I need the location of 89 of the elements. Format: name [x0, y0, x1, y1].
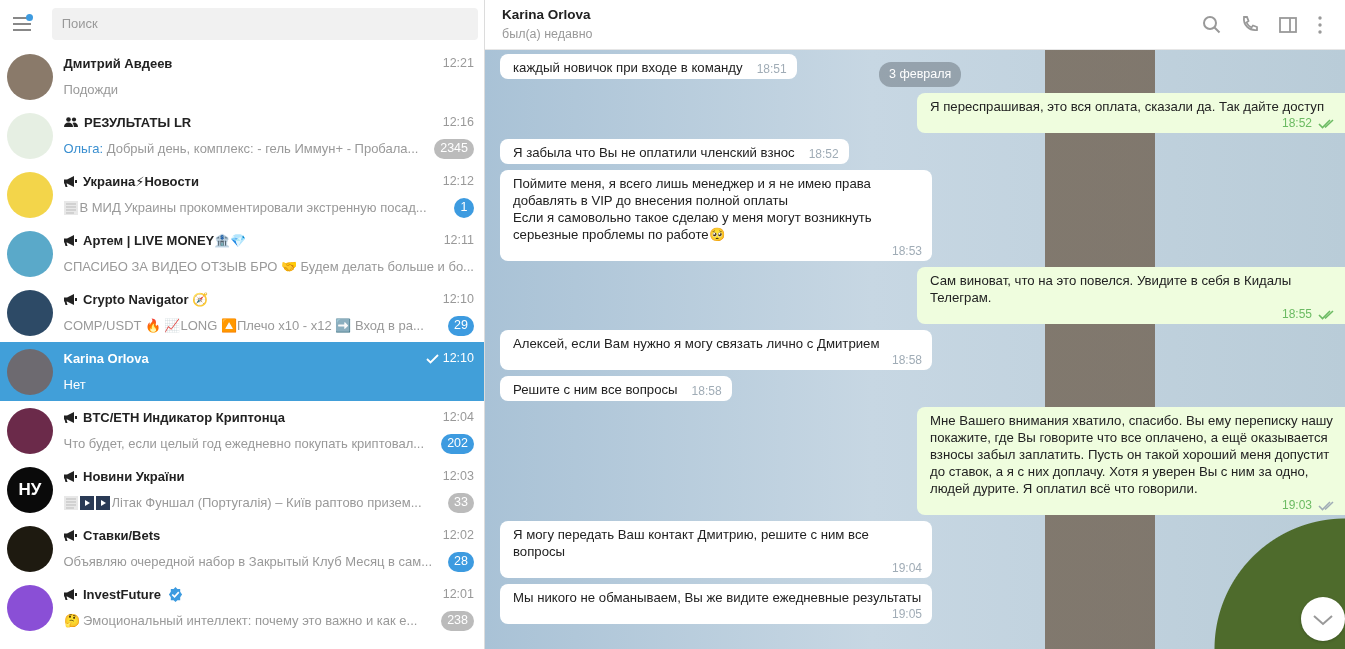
chat-name: Новини України — [83, 467, 185, 486]
chat-preview: Ольга: Добрый день, комплекс: - гель Иммун+ - Пробала... — [63, 139, 419, 158]
chat-title: Karina Orlova — [502, 6, 592, 24]
chat-item[interactable]: Артем | LIVE MONEY🏦💎 12:11 СПАСИБО ЗА ВИДЕО ОТЗЫВ БРО 🤝 Будем делать больше и бо... — [0, 224, 484, 283]
chat-preview: 🤔 Эмоциональный интеллект: почему это важно и как е... — [63, 611, 418, 630]
chat-name: Дмитрий Авдеев — [63, 54, 173, 73]
message-text: Я переспрашивая, это вся оплата, сказали да. Так дайте доступ — [930, 98, 1325, 115]
chat-preview: Нет — [63, 375, 86, 394]
chat-name: InvestFuture — [83, 585, 161, 604]
chat-time: 12:02 — [442, 526, 474, 544]
unread-count: 29 — [448, 315, 474, 336]
message-text: каждый новичок при входе в команду — [513, 59, 743, 76]
unread-count: 1 — [454, 197, 474, 218]
megaphone-icon — [63, 175, 77, 187]
chat-item[interactable]: InvestFuture 12:01 🤔 Эмоциональный интеллект: почему это важно и как е... 238 — [0, 578, 484, 637]
chat-preview: COMP/USDT 🔥 📈LONG 🔼Плечо x10 - x12 ➡ Вход в ра... — [63, 316, 424, 335]
message-text: Сам виноват, что на это повелся. Увидите в себя в Кидалы Телеграм. — [930, 272, 1293, 306]
chat-time: 12:10 — [442, 350, 474, 368]
chat-item[interactable]: НУ Новини України 12:03 Літак Фуншал (Португалія) – Київ раптово призем... 33 — [0, 460, 484, 519]
chat-preview: Что будет, если целый год ежедневно покупать криптовал... — [63, 434, 425, 453]
date-label: 3 февраля — [879, 62, 962, 87]
chat-item[interactable]: Ставки/Bets 12:02 Объявляю очередной набор в Закрытый Клуб Месяц в сам... 28 — [0, 519, 484, 578]
chat-time: 12:16 — [442, 113, 474, 131]
chat-name: Украина⚡Новости — [83, 172, 199, 191]
chat-time: 12:21 — [442, 55, 474, 73]
message-text: Поймите меня, я всего лишь менеджер и я не имею права добавлять в VIP до внесения полной оплаты Если я самовольно такое сделаю у меня могут возникнуть серьезные проблемы по работе🥺 — [513, 175, 873, 243]
chat-item[interactable]: Украина⚡Новости 12:12 В МИД Украины прокомментировали экстренную посад... 1 — [0, 165, 484, 224]
megaphone-icon — [63, 529, 77, 541]
message-time: 18:52 — [807, 147, 839, 161]
message-time: 18:52 — [1267, 116, 1335, 130]
message-text: Я забыла что Вы не оплатили членский взнос — [513, 144, 795, 161]
chat-time: 12:10 — [442, 290, 474, 308]
search-icon — [1202, 14, 1222, 35]
unread-count: 2345 — [434, 138, 474, 159]
chat-time: 12:01 — [442, 585, 474, 603]
group-icon — [63, 117, 78, 128]
chat-item[interactable]: РЕЗУЛЬТАТЫ LR 12:16 Ольга: Добрый день, комплекс: - гель Иммун+ - Пробала... 2345 — [0, 106, 484, 165]
chat-name: РЕЗУЛЬТАТЫ LR — [84, 113, 192, 132]
chat-name: Ставки/Bets — [83, 526, 161, 545]
unread-count: 33 — [448, 492, 474, 513]
scroll-down-button[interactable] — [1301, 597, 1345, 641]
document-thumbnail-icon — [63, 495, 78, 510]
message-time: 19:04 — [890, 561, 922, 575]
chat-time: 12:11 — [443, 232, 474, 250]
chat-preview: Літак Фуншал (Португалія) – Київ раптово призем... — [111, 493, 422, 512]
message-text: Алексей, если Вам нужно я могу связать лично с Дмитрием — [513, 335, 880, 352]
search-field[interactable]: Поиск — [51, 7, 478, 40]
chat-item[interactable]: Crypto Navigator 🧭 12:10 COMP/USDT 🔥 📈LONG 🔼Плечо x10 - x12 ➡ Вход в ра... 29 — [0, 283, 484, 342]
message-time: 18:51 — [755, 62, 787, 76]
message-text: Мне Вашего внимания хватило, спасибо. Вы ему переписку нашу покажите, где Вы говорите что все оплачено, а ещё оказывается взносы забыл заплатить. Пусть он такой хороший меня допустит до ставок, а я с них доплачу. Хотя я уверен Вы с ним за одно, людей дурите. Я оплатил всё что говорили. — [930, 412, 1334, 497]
message-text: Решите с ним все вопросы — [513, 381, 678, 398]
video-thumbnail-icon — [95, 495, 110, 510]
chat-time: 12:04 — [442, 408, 474, 426]
megaphone-icon — [63, 470, 77, 482]
message-time: 18:53 — [890, 244, 922, 258]
megaphone-icon — [63, 411, 77, 423]
chat-preview: В МИД Украины прокомментировали экстренную посад... — [79, 198, 427, 217]
chat-name: Karina Orlova — [63, 349, 149, 368]
chat-name: Crypto Navigator 🧭 — [83, 290, 209, 309]
menu-icon — [12, 17, 33, 32]
document-thumbnail-icon — [63, 200, 78, 215]
chat-time: 12:03 — [442, 467, 474, 485]
more-icon — [1316, 14, 1324, 35]
chat-item[interactable]: Дмитрий Авдеев 12:21 Подожди — [0, 47, 484, 106]
unread-count: 202 — [441, 433, 474, 454]
megaphone-icon — [63, 588, 77, 600]
message-time: 18:58 — [690, 384, 722, 398]
message-time: 19:05 — [890, 607, 922, 621]
chevron-down-icon — [1312, 613, 1334, 626]
unread-count: 238 — [441, 610, 474, 631]
message-text: Мы никого не обманываем, Вы же видите ежедневные результаты — [513, 589, 922, 606]
message-time: 19:03 — [1267, 498, 1335, 512]
video-thumbnail-icon — [79, 495, 94, 510]
message-text: Я могу передать Ваш контакт Дмитрию, решите с ним все вопросы — [513, 526, 870, 560]
unread-count: 28 — [448, 551, 474, 572]
message-time: 18:58 — [890, 353, 922, 367]
chat-name: BTC/ETH Индикатор Криптонца — [83, 408, 285, 427]
chat-preview: СПАСИБО ЗА ВИДЕО ОТЗЫВ БРО 🤝 Будем делать больше и бо... — [63, 257, 474, 276]
chat-status: был(а) недавно — [502, 26, 594, 44]
megaphone-icon — [63, 235, 77, 246]
avatar-placeholder: НУ — [7, 466, 53, 513]
megaphone-icon — [63, 293, 77, 305]
message-time: 18:55 — [1267, 307, 1335, 321]
chat-name: Артем | LIVE MONEY🏦💎 — [83, 231, 247, 250]
sidebar-icon — [1278, 14, 1298, 35]
chat-preview: Объявляю очередной набор в Закрытый Клуб Месяц в сам... — [63, 552, 433, 571]
chat-item[interactable]: BTC/ETH Индикатор Криптонца 12:04 Что будет, если целый год ежедневно покупать криптовал... 202 — [0, 401, 484, 460]
chat-preview: Подожди — [63, 80, 118, 99]
chat-time: 12:12 — [442, 172, 474, 190]
